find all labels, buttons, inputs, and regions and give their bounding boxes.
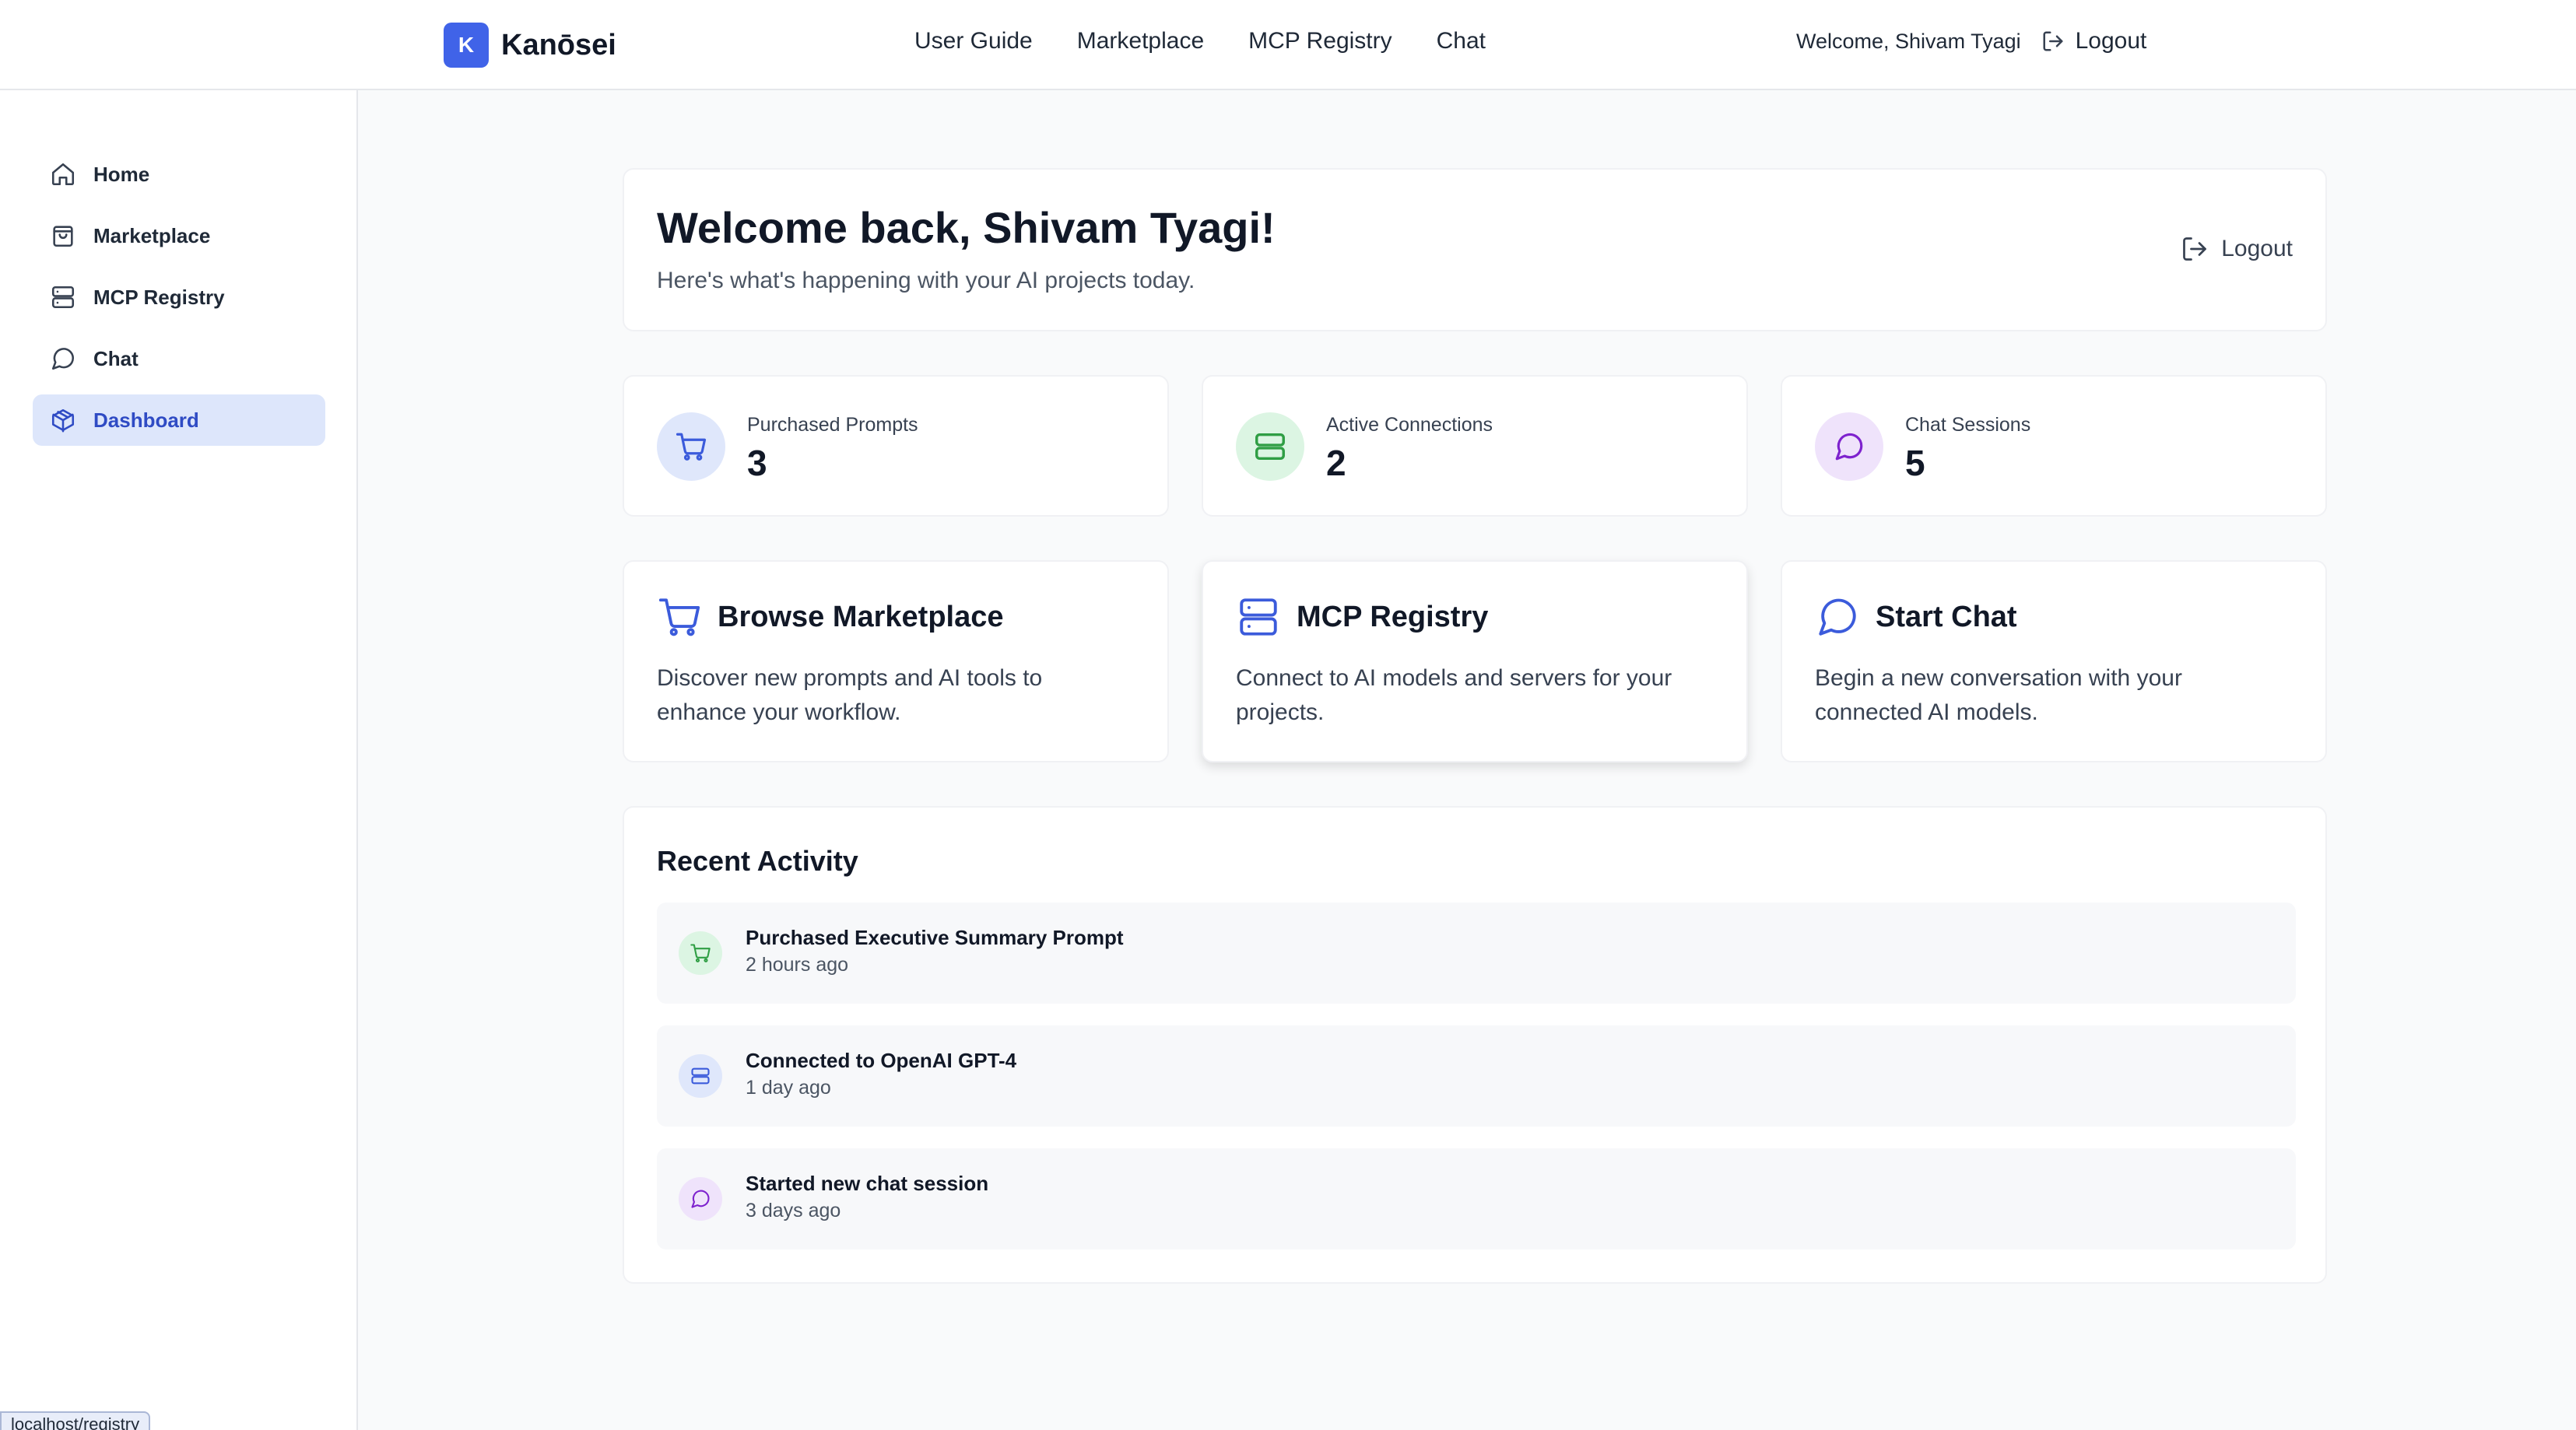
logout-icon	[2043, 31, 2063, 51]
stat-value: 3	[747, 443, 767, 483]
action-description: Connect to AI models and servers for you…	[1236, 665, 1672, 725]
server-icon	[679, 1054, 722, 1098]
stat-card-active-connections: Active Connections 2	[1202, 375, 1748, 517]
welcome-card: Welcome back, Shivam Tyagi! Here's what'…	[623, 168, 2327, 331]
chat-icon	[679, 1177, 722, 1221]
action-title: Browse Marketplace	[718, 600, 1004, 633]
server-icon	[1240, 598, 1277, 636]
sidebar-item-label: Marketplace	[93, 223, 211, 247]
brand-logo: K	[444, 23, 489, 68]
page-subtitle: Here's what's happening with your AI pro…	[657, 268, 1195, 293]
top-navbar: K Kanōsei User Guide Marketplace MCP Reg…	[0, 0, 2576, 90]
section-title: Recent Activity	[657, 845, 858, 877]
server-icon	[1236, 412, 1304, 481]
activity-title: Purchased Executive Summary Prompt	[746, 926, 1124, 949]
action-header: Start Chat	[1815, 594, 2017, 640]
activity-title: Connected to OpenAI GPT-4	[746, 1049, 1017, 1072]
activity-item[interactable]: Purchased Executive Summary Prompt 2 hou…	[657, 903, 2296, 1004]
activity-title: Started new chat session	[746, 1172, 989, 1195]
sidebar-item-chat[interactable]: Chat	[33, 333, 325, 384]
welcome-logout-button[interactable]: Logout	[2181, 235, 2293, 263]
chat-icon	[1819, 598, 1856, 636]
action-title: Start Chat	[1876, 600, 2017, 633]
page-title: Welcome back, Shivam Tyagi!	[657, 203, 1276, 252]
cart-icon	[679, 931, 722, 975]
action-description: Begin a new conversation with your conne…	[1815, 665, 2182, 725]
sidebar-item-label: Home	[93, 162, 150, 186]
logout-label: Logout	[2221, 236, 2293, 261]
nav-chat[interactable]: Chat	[1437, 28, 1486, 54]
activity-item[interactable]: Connected to OpenAI GPT-4 1 day ago	[657, 1025, 2296, 1127]
bag-icon	[53, 226, 73, 247]
sidebar-item-marketplace[interactable]: Marketplace	[33, 210, 325, 261]
stat-label: Chat Sessions	[1905, 414, 2031, 436]
action-header: Browse Marketplace	[657, 594, 1004, 640]
mcp-registry-card[interactable]: MCP Registry Connect to AI models and se…	[1202, 560, 1748, 762]
sidebar-item-home[interactable]: Home	[33, 149, 325, 200]
stat-card-purchased-prompts: Purchased Prompts 3	[623, 375, 1169, 517]
stat-value: 5	[1905, 443, 1925, 483]
activity-item[interactable]: Started new chat session 3 days ago	[657, 1148, 2296, 1249]
cube-icon	[51, 408, 75, 433]
nav-user-guide[interactable]: User Guide	[914, 28, 1033, 54]
action-description: Discover new prompts and AI tools to enh…	[657, 665, 1043, 725]
sidebar-item-label: MCP Registry	[93, 285, 225, 309]
logout-label: Logout	[2075, 28, 2147, 54]
user-area: Welcome, Shivam Tyagi Logout	[1796, 28, 2146, 54]
stat-card-chat-sessions: Chat Sessions 5	[1781, 375, 2327, 517]
welcome-text: Welcome, Shivam Tyagi	[1796, 29, 2021, 53]
action-title: MCP Registry	[1297, 600, 1489, 633]
nav-marketplace[interactable]: Marketplace	[1077, 28, 1204, 54]
brand[interactable]: K Kanōsei	[444, 23, 616, 68]
sidebar: Home Marketplace MCP Registry Chat Dashb…	[0, 90, 358, 1430]
status-bar-url: localhost/registry	[0, 1411, 151, 1430]
cart-icon	[658, 598, 700, 636]
home-icon	[51, 163, 75, 186]
activity-time: 2 hours ago	[746, 954, 849, 976]
sidebar-item-label: Dashboard	[93, 408, 199, 432]
browse-marketplace-card[interactable]: Browse Marketplace Discover new prompts …	[623, 560, 1169, 762]
nav-mcp-registry[interactable]: MCP Registry	[1248, 28, 1392, 54]
server-icon	[51, 286, 75, 309]
top-nav: User Guide Marketplace MCP Registry Chat	[914, 28, 1486, 54]
cart-icon	[657, 412, 725, 481]
activity-time: 1 day ago	[746, 1077, 831, 1099]
logout-button[interactable]: Logout	[2041, 28, 2147, 54]
start-chat-card[interactable]: Start Chat Begin a new conversation with…	[1781, 560, 2327, 762]
stat-label: Purchased Prompts	[747, 414, 918, 436]
activity-time: 3 days ago	[746, 1200, 841, 1221]
stat-label: Active Connections	[1326, 414, 1493, 436]
logout-icon	[2183, 237, 2207, 261]
sidebar-item-dashboard[interactable]: Dashboard	[33, 394, 325, 446]
action-header: MCP Registry	[1236, 594, 1488, 640]
stat-value: 2	[1326, 443, 1346, 483]
brand-name: Kanōsei	[501, 28, 616, 61]
chat-icon	[51, 348, 75, 370]
sidebar-item-label: Chat	[93, 346, 139, 370]
sidebar-item-mcp-registry[interactable]: MCP Registry	[33, 272, 325, 323]
recent-activity-card: Recent Activity Purchased Executive Summ…	[623, 806, 2327, 1284]
chat-icon	[1815, 412, 1883, 481]
